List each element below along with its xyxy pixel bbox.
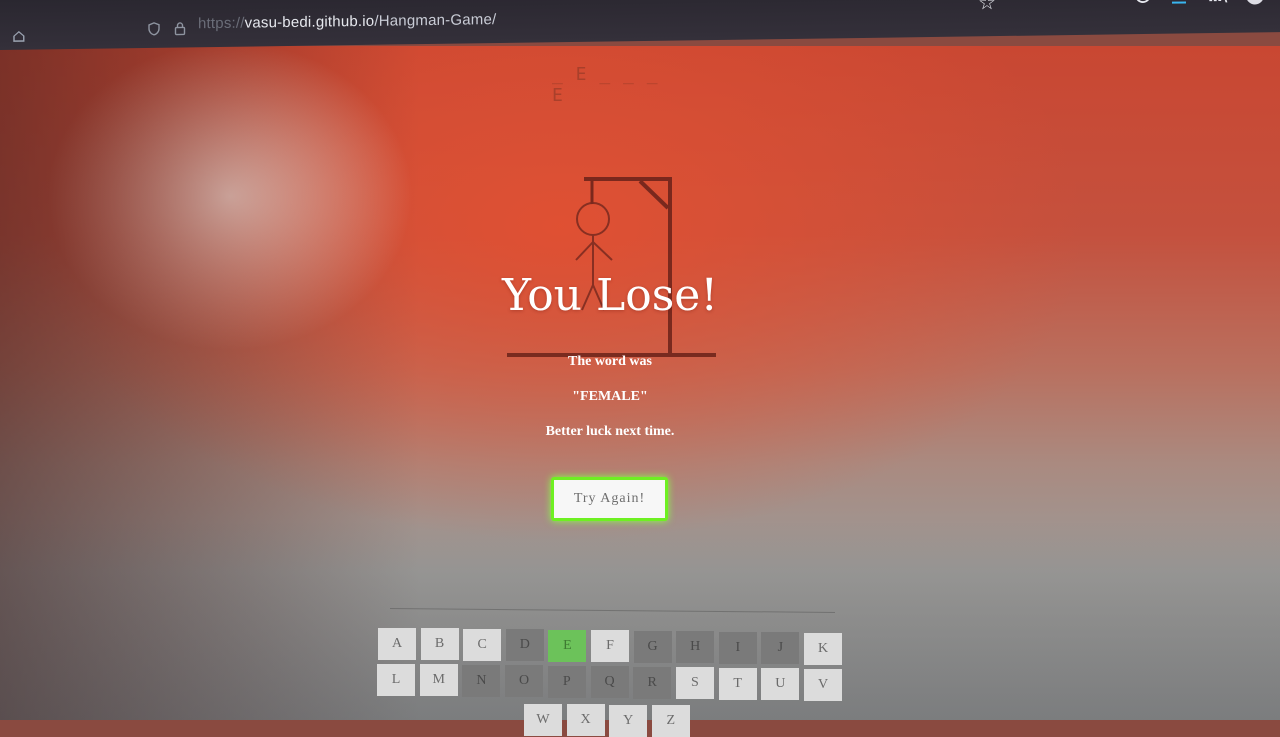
- result-title: You Lose!: [501, 270, 719, 321]
- key-h[interactable]: H: [676, 631, 715, 664]
- key-m[interactable]: M: [419, 664, 458, 697]
- key-u[interactable]: U: [761, 668, 800, 701]
- address-bar[interactable]: https://vasu-bedi.github.io/Hangman-Game…: [198, 11, 496, 32]
- word-progress: _ E _ _ _ E: [552, 64, 659, 106]
- account-avatar[interactable]: V: [1246, 0, 1264, 5]
- key-n[interactable]: N: [462, 664, 501, 697]
- key-i[interactable]: I: [718, 631, 757, 664]
- revealed-word: "FEMALE": [572, 389, 648, 404]
- key-s[interactable]: S: [675, 667, 714, 700]
- key-a[interactable]: A: [378, 628, 416, 660]
- pocket-icon[interactable]: [1134, 0, 1152, 4]
- key-j[interactable]: J: [761, 632, 800, 665]
- key-x[interactable]: X: [566, 704, 605, 737]
- key-l[interactable]: L: [377, 664, 415, 696]
- key-y[interactable]: Y: [609, 704, 648, 737]
- key-d[interactable]: D: [505, 629, 544, 662]
- key-b[interactable]: B: [420, 628, 459, 661]
- figure-left-arm: [575, 241, 594, 261]
- key-v[interactable]: V: [804, 668, 842, 701]
- url-scheme: https://: [198, 14, 245, 33]
- key-o[interactable]: O: [505, 665, 544, 698]
- shield-icon[interactable]: [148, 22, 160, 36]
- url-path: /Hangman-Game/: [374, 11, 497, 30]
- result-line: The word was: [567, 354, 652, 369]
- key-p[interactable]: P: [547, 665, 586, 698]
- key-z[interactable]: Z: [651, 704, 690, 737]
- key-g[interactable]: G: [633, 630, 672, 663]
- key-k[interactable]: K: [804, 632, 842, 665]
- gallows-brace: [638, 179, 670, 210]
- library-icon[interactable]: lll\: [1208, 0, 1226, 5]
- key-c[interactable]: C: [463, 628, 502, 661]
- hangman-drawing: [507, 177, 716, 357]
- bookmark-star-icon[interactable]: ☆: [978, 0, 996, 14]
- url-host: vasu-bedi.github.io: [244, 12, 375, 32]
- browser-toolbar: ⌂ https://vasu-bedi.github.io/Hangman-Ga…: [0, 0, 1280, 51]
- figure-right-arm: [592, 241, 613, 261]
- figure-head: [576, 202, 610, 236]
- encouragement-text: Better luck next time.: [545, 424, 675, 439]
- key-t[interactable]: T: [718, 667, 757, 700]
- lock-icon[interactable]: [174, 21, 186, 36]
- key-w[interactable]: W: [524, 704, 562, 736]
- try-again-button[interactable]: Try Again!: [551, 477, 668, 521]
- key-f[interactable]: F: [591, 630, 629, 663]
- key-r[interactable]: R: [633, 666, 672, 699]
- key-e[interactable]: E: [548, 629, 587, 662]
- home-icon[interactable]: ⌂: [12, 26, 26, 47]
- key-q[interactable]: Q: [590, 666, 629, 699]
- download-icon[interactable]: [1170, 0, 1188, 6]
